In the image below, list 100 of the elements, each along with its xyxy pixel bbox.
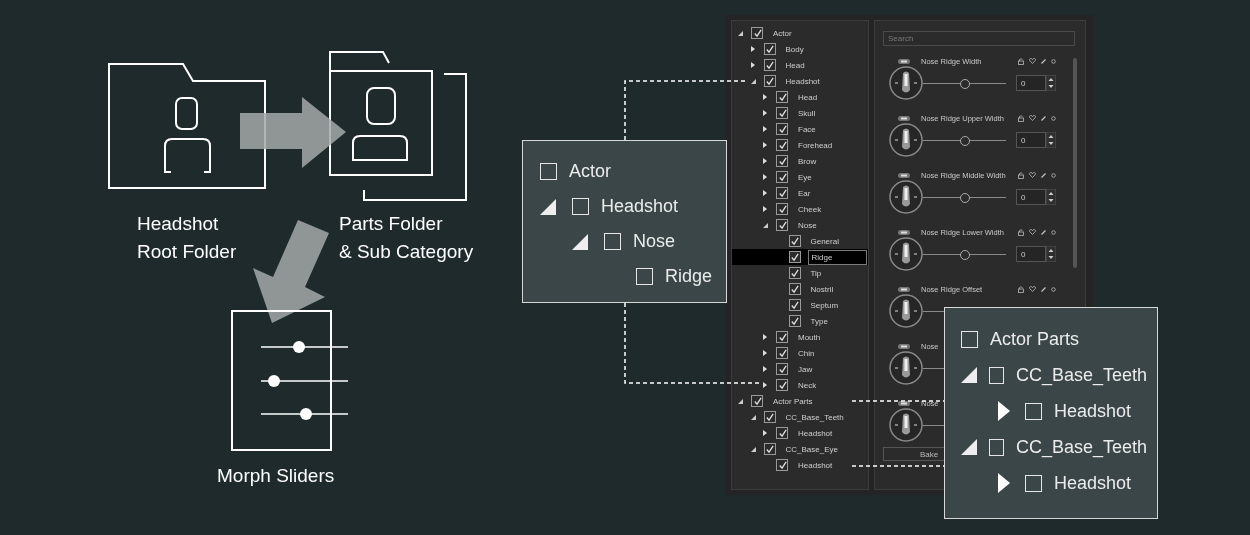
checkbox[interactable]	[776, 379, 788, 391]
heart-icon[interactable]	[1029, 172, 1036, 178]
pencil-icon[interactable]	[1041, 58, 1046, 64]
lock-icon[interactable]	[1018, 285, 1024, 293]
caret-icon[interactable]	[763, 206, 767, 212]
spinner-icon[interactable]	[1046, 132, 1056, 148]
checkbox[interactable]	[776, 171, 788, 183]
lock-icon[interactable]	[1018, 57, 1024, 65]
tree-row[interactable]: Ear	[732, 185, 868, 201]
spinner-icon[interactable]	[1046, 246, 1056, 262]
dot-icon[interactable]	[1051, 286, 1056, 292]
lock-icon[interactable]	[1018, 228, 1024, 236]
dot-icon[interactable]	[1051, 229, 1056, 235]
caret-icon[interactable]	[750, 62, 755, 68]
checkbox[interactable]	[776, 331, 788, 343]
pencil-icon[interactable]	[1041, 229, 1046, 235]
tree-row[interactable]: Chin	[732, 345, 868, 361]
dot-icon[interactable]	[1051, 115, 1056, 121]
tree-row[interactable]: Forehead	[732, 137, 868, 153]
tree-row[interactable]: Neck	[732, 377, 868, 393]
caret-icon[interactable]	[763, 350, 767, 356]
tree-row[interactable]: Cheek	[732, 201, 868, 217]
checkbox[interactable]	[776, 219, 788, 231]
toggle-icon[interactable]	[898, 172, 910, 178]
toggle-icon[interactable]	[898, 115, 910, 121]
nose-dial-icon[interactable]	[889, 123, 923, 157]
nose-dial-icon[interactable]	[889, 180, 923, 214]
toggle-icon[interactable]	[898, 58, 910, 64]
tree-row[interactable]: General	[732, 233, 868, 249]
tree-row[interactable]: Mouth	[732, 329, 868, 345]
value-field[interactable]: 0	[1016, 246, 1046, 262]
caret-icon[interactable]	[763, 94, 767, 100]
tree-row[interactable]: Nose	[732, 217, 868, 233]
nose-dial-icon[interactable]	[889, 408, 923, 442]
nose-dial-icon[interactable]	[889, 294, 923, 328]
checkbox[interactable]	[788, 235, 801, 247]
slider-thumb[interactable]	[959, 250, 970, 260]
heart-icon[interactable]	[1029, 115, 1036, 121]
tree-row[interactable]: Headshot	[732, 425, 868, 441]
caret-icon[interactable]	[738, 30, 743, 36]
tree-row[interactable]: Actor Parts	[732, 393, 868, 409]
pencil-icon[interactable]	[1041, 172, 1046, 178]
checkbox[interactable]	[788, 315, 801, 327]
tree-row[interactable]: Brow	[732, 153, 868, 169]
checkbox[interactable]	[788, 267, 801, 279]
checkbox[interactable]	[763, 443, 776, 455]
tree-row[interactable]: CC_Base_Teeth	[732, 409, 868, 425]
tree-row[interactable]: Septum	[732, 297, 868, 313]
checkbox[interactable]	[776, 91, 788, 103]
checkbox[interactable]	[776, 155, 788, 167]
tree-row[interactable]: Face	[732, 121, 868, 137]
tree-row[interactable]: Type	[732, 313, 868, 329]
caret-icon[interactable]	[750, 46, 755, 52]
tree-row[interactable]: CC_Base_Eye	[732, 441, 868, 457]
value-field[interactable]: 0	[1016, 132, 1046, 148]
toggle-icon[interactable]	[898, 343, 910, 349]
scrollbar[interactable]	[1073, 58, 1077, 268]
caret-icon[interactable]	[750, 414, 756, 420]
slider-thumb[interactable]	[959, 136, 970, 146]
slider-thumb[interactable]	[959, 193, 970, 203]
checkbox[interactable]	[763, 59, 776, 71]
caret-icon[interactable]	[763, 430, 767, 436]
tree-row[interactable]: Actor	[732, 25, 868, 41]
nose-dial-icon[interactable]	[889, 66, 923, 100]
checkbox[interactable]	[776, 427, 788, 439]
caret-icon[interactable]	[763, 110, 767, 116]
tree-row[interactable]: Body	[732, 41, 868, 57]
heart-icon[interactable]	[1029, 229, 1036, 235]
checkbox[interactable]	[776, 139, 788, 151]
heart-icon[interactable]	[1029, 286, 1036, 292]
checkbox[interactable]	[776, 107, 788, 119]
caret-icon[interactable]	[738, 398, 743, 404]
tree-row[interactable]: Jaw	[732, 361, 868, 377]
value-field[interactable]: 0	[1016, 189, 1046, 205]
checkbox[interactable]	[751, 395, 763, 407]
checkbox[interactable]	[763, 43, 776, 55]
caret-icon[interactable]	[750, 78, 756, 84]
tree-row[interactable]: Head	[732, 89, 868, 105]
slider-thumb[interactable]	[959, 79, 970, 89]
toggle-icon[interactable]	[898, 400, 910, 406]
spinner-icon[interactable]	[1046, 189, 1056, 205]
checkbox[interactable]	[776, 187, 788, 199]
tree-row[interactable]: Eye	[732, 169, 868, 185]
checkbox[interactable]	[751, 27, 763, 39]
caret-icon[interactable]	[763, 222, 768, 228]
nose-dial-icon[interactable]	[889, 237, 923, 271]
caret-icon[interactable]	[763, 174, 767, 180]
heart-icon[interactable]	[1029, 58, 1036, 64]
caret-icon[interactable]	[763, 190, 767, 196]
tree-row[interactable]: Ridge	[732, 249, 868, 265]
pencil-icon[interactable]	[1041, 286, 1046, 292]
checkbox[interactable]	[788, 251, 801, 263]
caret-icon[interactable]	[763, 126, 767, 132]
caret-icon[interactable]	[763, 142, 767, 148]
tree-row[interactable]: Head	[732, 57, 868, 73]
pencil-icon[interactable]	[1041, 115, 1046, 121]
search-field[interactable]: Search	[883, 31, 1075, 46]
dot-icon[interactable]	[1051, 172, 1056, 178]
tree-row[interactable]: Headshot	[732, 457, 868, 473]
checkbox[interactable]	[788, 283, 801, 295]
